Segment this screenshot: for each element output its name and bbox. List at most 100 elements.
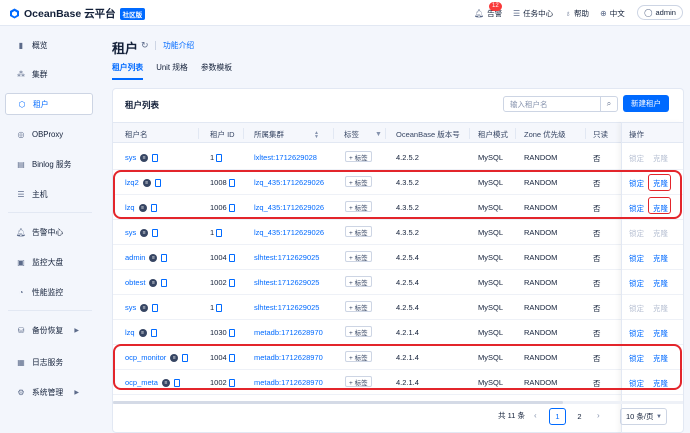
tenant-name-link[interactable]: admin	[125, 253, 145, 262]
prev-page-icon[interactable]: ‹	[534, 411, 537, 420]
copy-icon[interactable]	[152, 303, 159, 312]
sidebar-item-performance[interactable]: ◔ 性能监控	[5, 281, 93, 303]
filter-icon[interactable]: ▼	[375, 131, 382, 138]
add-tag-button[interactable]: + 标签	[345, 251, 372, 262]
sidebar-item-label: OBProxy	[32, 129, 64, 139]
tenant-id-value: 1	[210, 228, 215, 237]
version-cell: 4.2.5.4	[396, 303, 419, 312]
binlog-icon: ▤	[17, 159, 25, 169]
add-tag-button[interactable]: + 标签	[345, 301, 372, 312]
column-header-tenant-id[interactable]: 租户 ID	[210, 129, 235, 140]
search-input[interactable]	[504, 97, 600, 111]
add-tag-button[interactable]: + 标签	[345, 226, 372, 237]
cluster-link[interactable]: lzq_435:1712629026	[254, 228, 324, 237]
alerts-menu[interactable]: 🔔︎ 告警 12	[474, 2, 502, 19]
task-center-menu[interactable]: ☰ 任务中心	[513, 8, 553, 19]
cluster-link[interactable]: lxltest:1712629028	[254, 153, 317, 162]
sidebar-item-alert-center[interactable]: 🔔︎ 告警中心	[5, 221, 93, 243]
sidebar-item-overview[interactable]: ▮ 概览	[5, 34, 93, 56]
readonly-cell: 否	[593, 229, 601, 238]
page-size-value: 10 条/页	[626, 412, 654, 421]
copy-icon[interactable]	[216, 228, 223, 237]
readonly-cell: 否	[593, 304, 601, 313]
scrollbar-thumb[interactable]	[113, 401, 563, 404]
sidebar-divider	[8, 212, 92, 213]
column-header-label: 所属集群	[254, 130, 284, 139]
table-row: admin ≡ 1004 slhtest:1712629025 + 标签 4.2.5.4 M…	[113, 245, 683, 270]
tenant-id-value: 1	[210, 303, 215, 312]
readonly-cell: 否	[593, 154, 601, 163]
tab-tenant-list[interactable]: 租户列表	[112, 62, 144, 80]
copy-icon[interactable]	[216, 303, 223, 312]
sidebar-item-binlog[interactable]: ▤ Binlog 服务	[5, 153, 93, 175]
page-size-select[interactable]: 10 条/页 ▼	[620, 408, 667, 425]
cluster-link[interactable]: slhtest:1712629025	[254, 278, 319, 287]
cluster-link[interactable]: slhtest:1712629025	[254, 303, 319, 312]
page-2-button[interactable]: 2	[571, 408, 588, 425]
tenant-name-link[interactable]: sys	[125, 303, 136, 312]
mysql-mode-icon: ≡	[140, 228, 149, 237]
copy-icon[interactable]	[152, 228, 159, 237]
cluster-link[interactable]: slhtest:1712629025	[254, 253, 319, 262]
horizontal-scrollbar[interactable]	[113, 401, 683, 404]
backup-icon: ⛁	[17, 325, 25, 335]
tab-param-template[interactable]: 参数模板	[201, 62, 232, 80]
copy-icon[interactable]	[161, 278, 168, 287]
copy-icon[interactable]	[150, 328, 157, 337]
help-menu[interactable]: ♁ 帮助	[565, 8, 589, 19]
tenant-name-link[interactable]: sys	[125, 153, 136, 162]
tenant-name-link[interactable]: lzq	[125, 328, 135, 337]
tag-cell: + 标签	[345, 226, 372, 237]
readonly-cell: 否	[593, 279, 601, 288]
add-tag-button[interactable]: + 标签	[345, 276, 372, 287]
sidebar-item-obproxy[interactable]: ◎ OBProxy	[5, 123, 93, 145]
new-tenant-button[interactable]: 新建租户	[623, 95, 669, 112]
tenant-id-value: 1004	[210, 253, 227, 262]
add-tag-button[interactable]: + 标签	[345, 326, 372, 337]
readonly-cell: 否	[593, 254, 601, 263]
highlight-box-rows	[113, 170, 682, 219]
tenant-name-link[interactable]: sys	[125, 228, 136, 237]
search-icon[interactable]: ⌕	[600, 97, 617, 111]
column-header-cluster[interactable]: 所属集群 ▲ ▼	[254, 129, 319, 140]
copy-icon[interactable]	[228, 278, 235, 287]
column-header-readonly: 只读	[593, 130, 608, 139]
copy-icon[interactable]	[161, 253, 168, 262]
logo[interactable]: OceanBase 云平台 社区版	[8, 6, 146, 21]
column-divider	[469, 128, 470, 139]
user-menu[interactable]: ◯ admin	[637, 5, 683, 20]
column-header-tags[interactable]: 标签 ▼	[344, 129, 382, 140]
mode-cell: MySQL	[478, 278, 504, 287]
cluster-icon: ⁂	[17, 69, 25, 79]
sidebar-item-monitor-dashboard[interactable]: ▣ 监控大盘	[5, 251, 93, 273]
zone-priority-cell: RANDOM	[524, 328, 558, 337]
column-header-zone-priority: Zone 优先级	[524, 130, 566, 139]
refresh-icon[interactable]: ↻	[141, 40, 149, 51]
feature-intro-link[interactable]: 功能介绍	[163, 40, 194, 51]
readonly-cell: 否	[593, 329, 601, 338]
copy-icon[interactable]	[228, 253, 235, 262]
cluster-link[interactable]: metadb:1712628970	[254, 328, 323, 337]
sidebar-item-cluster[interactable]: ⁂ 集群	[5, 63, 93, 85]
task-list-icon: ☰	[513, 9, 521, 18]
tenant-id-cell: 1	[210, 228, 223, 237]
sidebar-item-log-service[interactable]: ▦ 日志服务	[5, 351, 93, 373]
add-tag-button[interactable]: + 标签	[345, 151, 372, 162]
copy-icon[interactable]	[152, 153, 159, 162]
next-page-icon[interactable]: ›	[597, 411, 600, 420]
tenant-name-link[interactable]: obtest	[125, 278, 145, 287]
highlight-box-clone	[648, 197, 671, 214]
sidebar-item-host[interactable]: ☰ 主机	[5, 183, 93, 205]
tab-unit-spec[interactable]: Unit 规格	[156, 62, 188, 80]
mode-cell: MySQL	[478, 153, 504, 162]
copy-icon[interactable]	[216, 153, 223, 162]
brand-name: OceanBase 云平台	[24, 8, 116, 20]
language-menu[interactable]: ⊕ 中文	[600, 8, 625, 19]
tenant-name-cell: obtest ≡	[125, 278, 168, 287]
sidebar-item-tenant[interactable]: ⬡ 租户	[5, 93, 93, 115]
sidebar-item-system[interactable]: ⚙ 系统管理 ▶	[5, 381, 93, 403]
sidebar-item-backup[interactable]: ⛁ 备份恢复 ▶	[5, 319, 93, 341]
copy-icon[interactable]	[228, 328, 235, 337]
page-1-button[interactable]: 1	[549, 408, 566, 425]
tenant-name-cell: lzq ≡	[125, 328, 157, 337]
